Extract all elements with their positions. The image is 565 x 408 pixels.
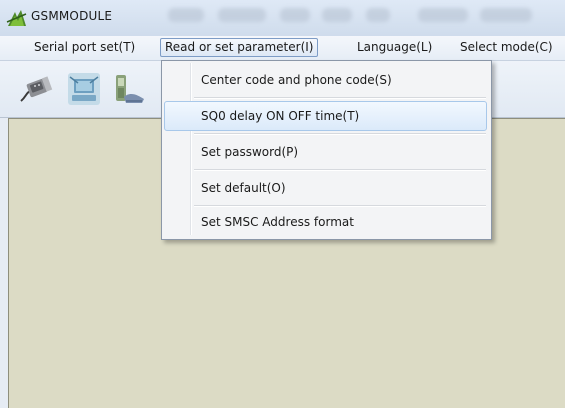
menu-separator (194, 97, 486, 99)
menu-language[interactable]: Language(L) (353, 39, 436, 56)
menu-item-label: SQ0 delay ON OFF time(T) (201, 109, 360, 123)
menu-item-label: Set default(O) (201, 181, 286, 195)
blurred-title-region (480, 8, 532, 22)
blurred-title-region (366, 8, 390, 22)
menu-separator (194, 133, 486, 135)
menu-read-or-set-parameter[interactable]: Read or set parameter(I) (160, 38, 319, 57)
menu-bar: Serial port set(T) Read or set parameter… (0, 36, 565, 61)
phone-device-icon[interactable] (112, 71, 148, 107)
menu-item-center-code[interactable]: Center code and phone code(S) (164, 65, 487, 95)
blurred-title-region (218, 8, 266, 22)
menu-item-set-password[interactable]: Set password(P) (164, 137, 487, 167)
app-window: GSMMODULE Serial port set(T) Read or set… (0, 0, 565, 408)
serial-connector-icon[interactable] (18, 71, 54, 107)
parameter-dropdown-menu: Center code and phone code(S) SQ0 delay … (161, 60, 492, 240)
window-left-frame (0, 118, 8, 408)
menu-item-label: Set password(P) (201, 145, 299, 159)
blurred-title-region (168, 8, 204, 22)
blurred-title-region (280, 8, 310, 22)
menu-select-mode[interactable]: Select mode(C) (456, 39, 557, 56)
blurred-title-region (418, 8, 468, 22)
menu-item-set-default[interactable]: Set default(O) (164, 173, 487, 203)
menu-item-label: Set SMSC Address format (201, 215, 354, 229)
menu-item-set-smsc-address-format[interactable]: Set SMSC Address format (164, 207, 487, 237)
network-computer-icon[interactable] (66, 71, 102, 107)
menu-item-sq0-delay[interactable]: SQ0 delay ON OFF time(T) (164, 101, 487, 131)
menu-separator (194, 169, 486, 171)
app-logo-icon (6, 10, 27, 26)
window-title: GSMMODULE (31, 9, 113, 23)
menu-serial-port-set[interactable]: Serial port set(T) (30, 39, 139, 56)
menu-item-label: Center code and phone code(S) (201, 73, 392, 87)
title-bar[interactable]: GSMMODULE (0, 0, 565, 36)
blurred-title-region (322, 8, 352, 22)
